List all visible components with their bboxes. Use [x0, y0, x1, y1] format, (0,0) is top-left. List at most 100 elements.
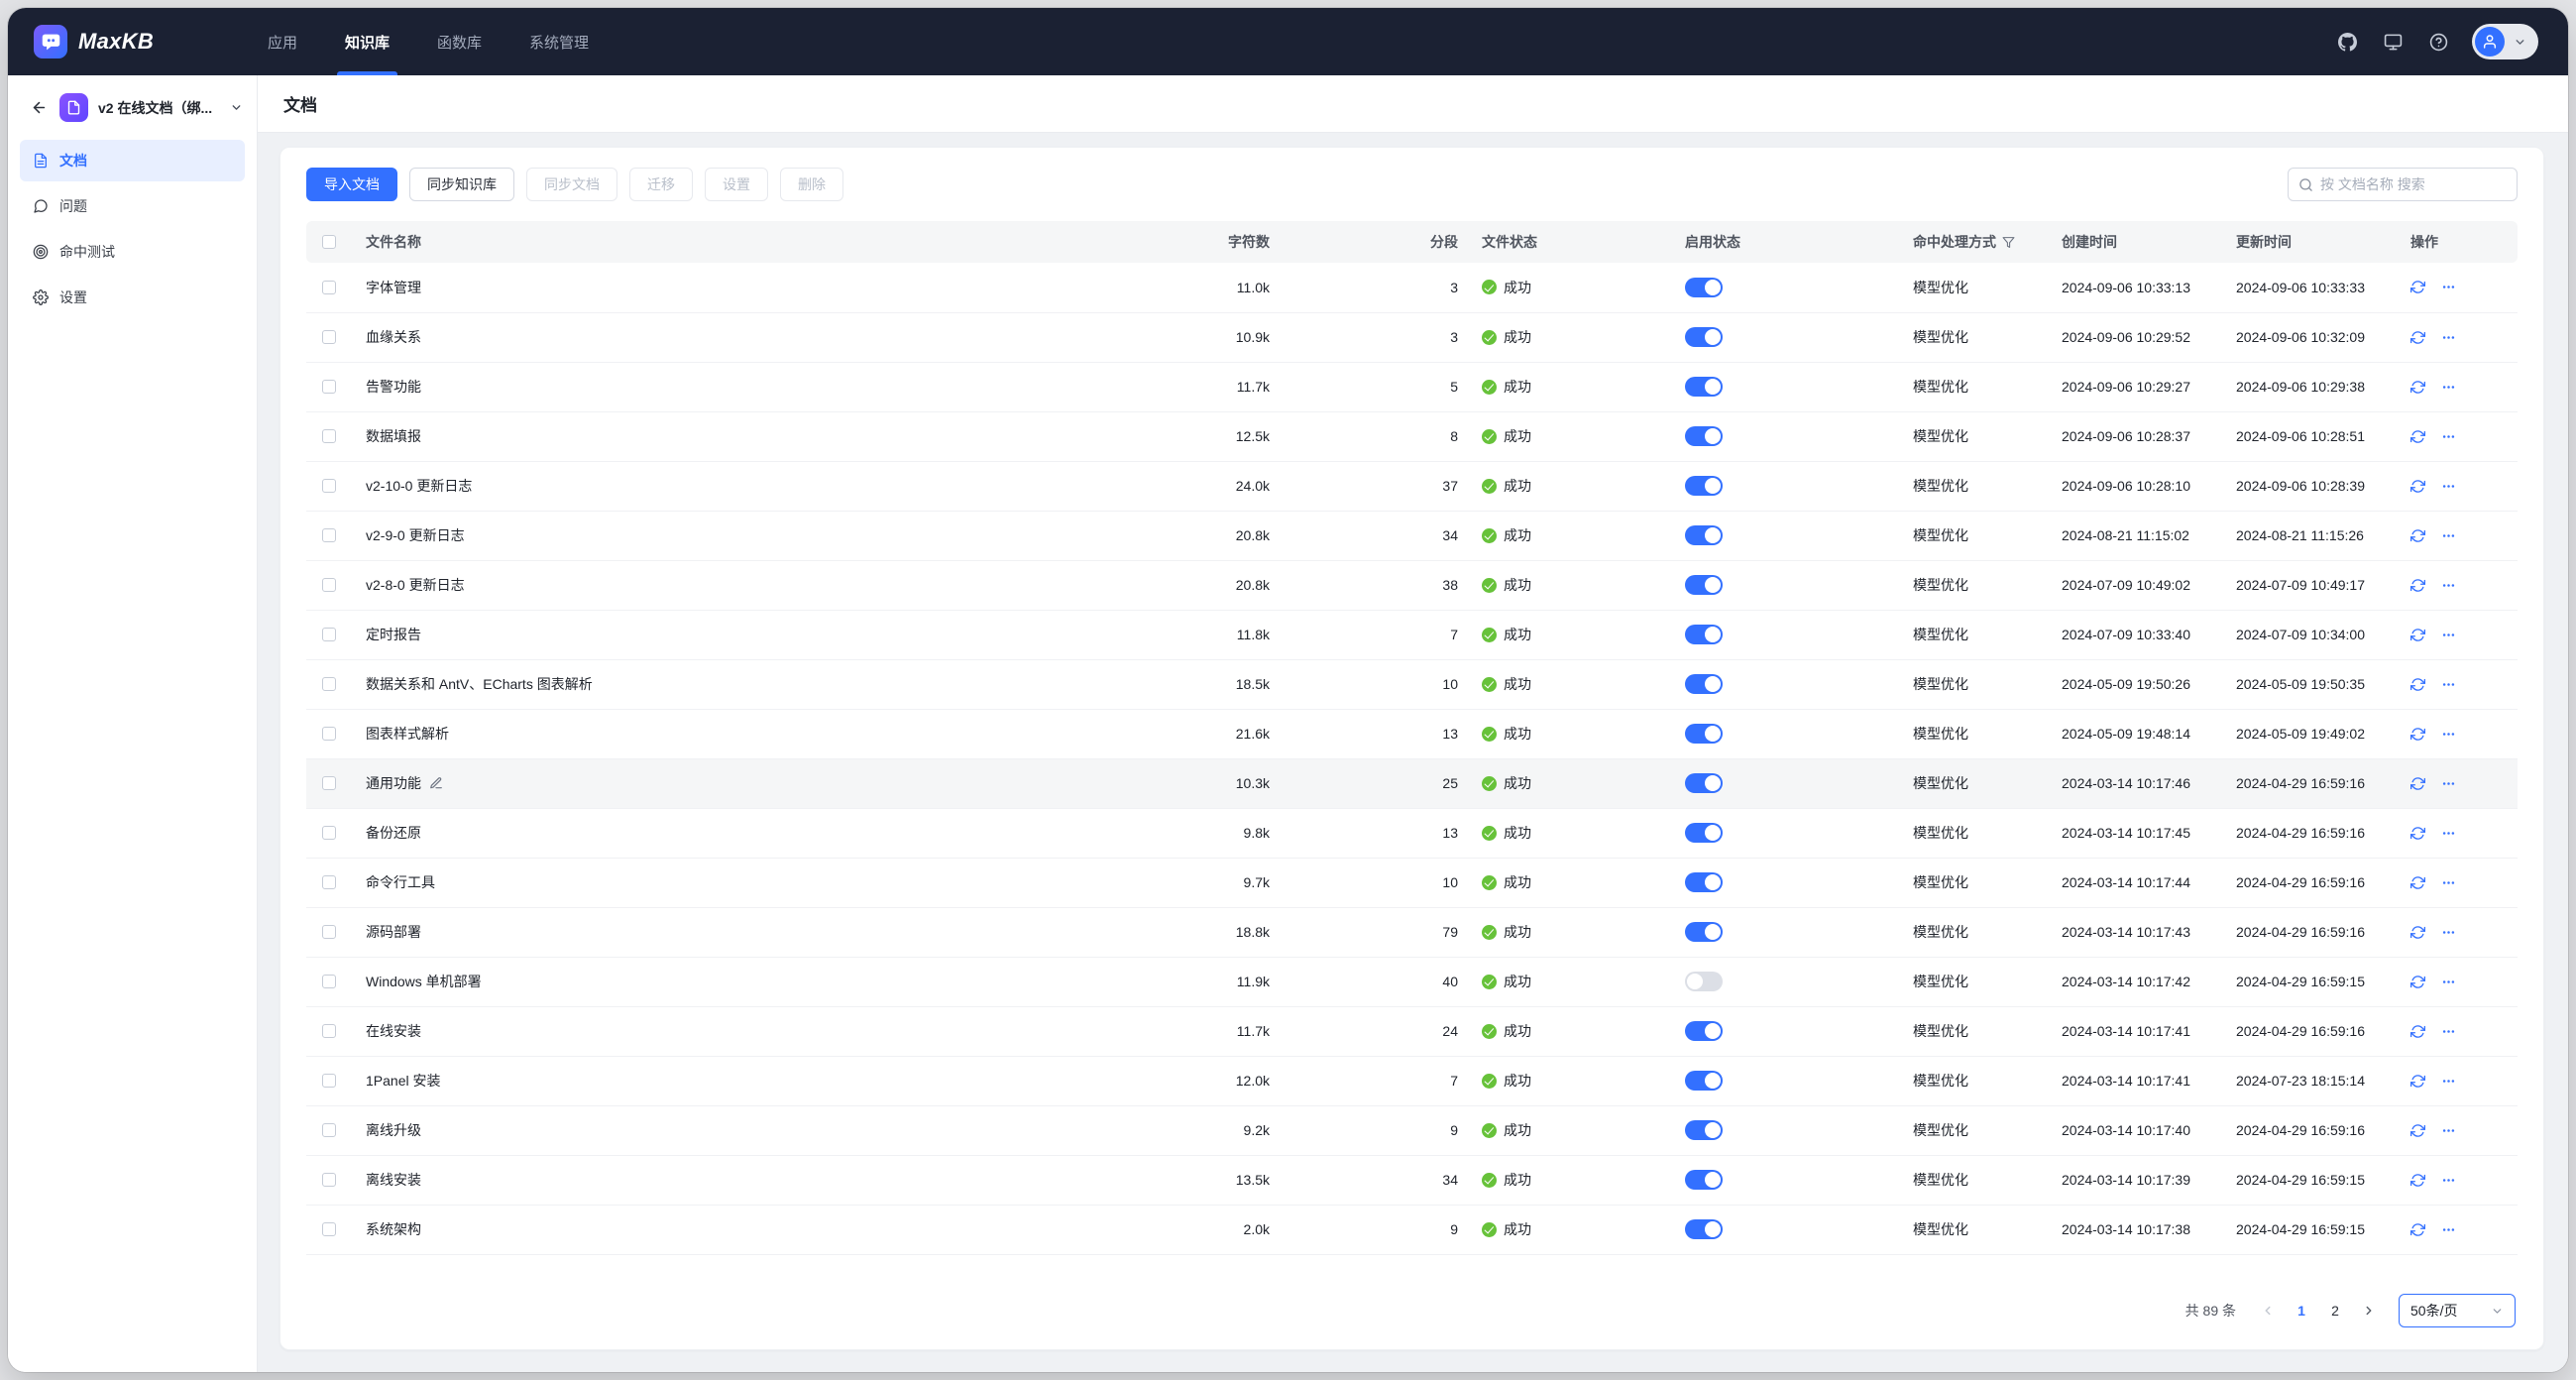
- monitor-icon[interactable]: [2381, 30, 2405, 54]
- refresh-icon[interactable]: [2410, 628, 2425, 642]
- more-actions-icon[interactable]: [2441, 429, 2456, 444]
- brand-logo-group[interactable]: MaxKB: [34, 8, 222, 75]
- more-actions-icon[interactable]: [2441, 975, 2456, 989]
- table-row[interactable]: v2-9-0 更新日志 20.8k 34 成功 模型优化 2024-08-21 …: [306, 511, 2518, 560]
- table-row[interactable]: v2-8-0 更新日志 20.8k 38 成功 模型优化 2024-07-09 …: [306, 560, 2518, 610]
- table-row[interactable]: 1Panel 安装 12.0k 7 成功 模型优化 2024-03-14 10:…: [306, 1056, 2518, 1105]
- row-checkbox[interactable]: [322, 776, 336, 790]
- row-checkbox[interactable]: [322, 1222, 336, 1236]
- more-actions-icon[interactable]: [2441, 628, 2456, 642]
- row-checkbox[interactable]: [322, 826, 336, 840]
- table-row[interactable]: 字体管理 11.0k 3 成功 模型优化 2024-09-06 10:33:13…: [306, 263, 2518, 312]
- doc-name[interactable]: 字体管理: [366, 278, 421, 297]
- table-row[interactable]: 定时报告 11.8k 7 成功 模型优化 2024-07-09 10:33:40…: [306, 610, 2518, 659]
- back-icon[interactable]: [28, 97, 50, 119]
- row-checkbox[interactable]: [322, 925, 336, 939]
- refresh-icon[interactable]: [2410, 727, 2425, 742]
- refresh-icon[interactable]: [2410, 975, 2425, 989]
- more-actions-icon[interactable]: [2441, 479, 2456, 494]
- refresh-icon[interactable]: [2410, 1222, 2425, 1237]
- import-document-button[interactable]: 导入文档: [306, 168, 397, 201]
- table-row[interactable]: 通用功能 10.3k 25 成功 模型优化 2024-03-14 10:17:4…: [306, 758, 2518, 808]
- prev-page-button[interactable]: [2254, 1297, 2282, 1324]
- delete-button[interactable]: 删除: [780, 168, 843, 201]
- table-row[interactable]: 离线升级 9.2k 9 成功 模型优化 2024-03-14 10:17:40 …: [306, 1105, 2518, 1155]
- user-menu[interactable]: [2472, 24, 2538, 59]
- refresh-icon[interactable]: [2410, 925, 2425, 940]
- doc-name[interactable]: 在线安装: [366, 1021, 421, 1041]
- more-actions-icon[interactable]: [2441, 380, 2456, 395]
- more-actions-icon[interactable]: [2441, 1173, 2456, 1188]
- row-checkbox[interactable]: [322, 479, 336, 493]
- refresh-icon[interactable]: [2410, 875, 2425, 890]
- enable-toggle[interactable]: [1685, 922, 1723, 942]
- table-row[interactable]: 命令行工具 9.7k 10 成功 模型优化 2024-03-14 10:17:4…: [306, 858, 2518, 907]
- enable-toggle[interactable]: [1685, 1071, 1723, 1091]
- doc-name[interactable]: v2-10-0 更新日志: [366, 476, 472, 496]
- row-checkbox[interactable]: [322, 330, 336, 344]
- sidebar-item-settings[interactable]: 设置: [20, 277, 245, 318]
- refresh-icon[interactable]: [2410, 1074, 2425, 1089]
- enable-toggle[interactable]: [1685, 674, 1723, 694]
- refresh-icon[interactable]: [2410, 1123, 2425, 1138]
- page-number-1[interactable]: 1: [2288, 1297, 2315, 1324]
- more-actions-icon[interactable]: [2441, 578, 2456, 593]
- doc-name[interactable]: 系统架构: [366, 1219, 421, 1239]
- row-checkbox[interactable]: [322, 875, 336, 889]
- enable-toggle[interactable]: [1685, 476, 1723, 496]
- enable-toggle[interactable]: [1685, 972, 1723, 991]
- enable-toggle[interactable]: [1685, 377, 1723, 397]
- table-row[interactable]: 告警功能 11.7k 5 成功 模型优化 2024-09-06 10:29:27…: [306, 362, 2518, 411]
- doc-name[interactable]: 离线升级: [366, 1120, 421, 1140]
- doc-name[interactable]: 离线安装: [366, 1170, 421, 1190]
- refresh-icon[interactable]: [2410, 677, 2425, 692]
- doc-name[interactable]: 命令行工具: [366, 872, 435, 892]
- sync-document-button[interactable]: 同步文档: [526, 168, 617, 201]
- refresh-icon[interactable]: [2410, 1173, 2425, 1188]
- doc-name[interactable]: 定时报告: [366, 625, 421, 644]
- refresh-icon[interactable]: [2410, 826, 2425, 841]
- nav-item-apps[interactable]: 应用: [244, 8, 321, 75]
- refresh-icon[interactable]: [2410, 330, 2425, 345]
- refresh-icon[interactable]: [2410, 280, 2425, 294]
- kb-switch-chevron-down-icon[interactable]: [230, 101, 243, 114]
- filter-icon[interactable]: [2002, 236, 2015, 249]
- table-row[interactable]: 血缘关系 10.9k 3 成功 模型优化 2024-09-06 10:29:52…: [306, 312, 2518, 362]
- doc-name[interactable]: 血缘关系: [366, 327, 421, 347]
- table-row[interactable]: 数据关系和 AntV、ECharts 图表解析 18.5k 10 成功 模型优化…: [306, 659, 2518, 709]
- row-checkbox[interactable]: [322, 1024, 336, 1038]
- enable-toggle[interactable]: [1685, 278, 1723, 297]
- table-row[interactable]: 数据填报 12.5k 8 成功 模型优化 2024-09-06 10:28:37…: [306, 411, 2518, 461]
- edit-icon[interactable]: [429, 776, 443, 790]
- page-number-2[interactable]: 2: [2321, 1297, 2349, 1324]
- enable-toggle[interactable]: [1685, 327, 1723, 347]
- doc-name[interactable]: Windows 单机部署: [366, 972, 482, 991]
- more-actions-icon[interactable]: [2441, 1074, 2456, 1089]
- more-actions-icon[interactable]: [2441, 677, 2456, 692]
- next-page-button[interactable]: [2355, 1297, 2383, 1324]
- row-checkbox[interactable]: [322, 1173, 336, 1187]
- sidebar-item-questions[interactable]: 问题: [20, 185, 245, 227]
- refresh-icon[interactable]: [2410, 429, 2425, 444]
- more-actions-icon[interactable]: [2441, 826, 2456, 841]
- table-row[interactable]: 在线安装 11.7k 24 成功 模型优化 2024-03-14 10:17:4…: [306, 1006, 2518, 1056]
- doc-name[interactable]: 图表样式解析: [366, 724, 449, 744]
- table-row[interactable]: 系统架构 2.0k 9 成功 模型优化 2024-03-14 10:17:38 …: [306, 1205, 2518, 1254]
- enable-toggle[interactable]: [1685, 625, 1723, 644]
- row-checkbox[interactable]: [322, 677, 336, 691]
- enable-toggle[interactable]: [1685, 1021, 1723, 1041]
- sync-knowledge-base-button[interactable]: 同步知识库: [409, 168, 514, 201]
- refresh-icon[interactable]: [2410, 528, 2425, 543]
- table-row[interactable]: Windows 单机部署 11.9k 40 成功 模型优化 2024-03-14…: [306, 957, 2518, 1006]
- doc-name[interactable]: v2-8-0 更新日志: [366, 575, 465, 595]
- more-actions-icon[interactable]: [2441, 727, 2456, 742]
- row-checkbox[interactable]: [322, 628, 336, 641]
- table-row[interactable]: 图表样式解析 21.6k 13 成功 模型优化 2024-05-09 19:48…: [306, 709, 2518, 758]
- select-all-checkbox[interactable]: [322, 235, 336, 249]
- doc-name[interactable]: v2-9-0 更新日志: [366, 525, 465, 545]
- nav-item-function-library[interactable]: 函数库: [413, 8, 505, 75]
- enable-toggle[interactable]: [1685, 823, 1723, 843]
- row-checkbox[interactable]: [322, 281, 336, 294]
- more-actions-icon[interactable]: [2441, 280, 2456, 294]
- row-checkbox[interactable]: [322, 727, 336, 741]
